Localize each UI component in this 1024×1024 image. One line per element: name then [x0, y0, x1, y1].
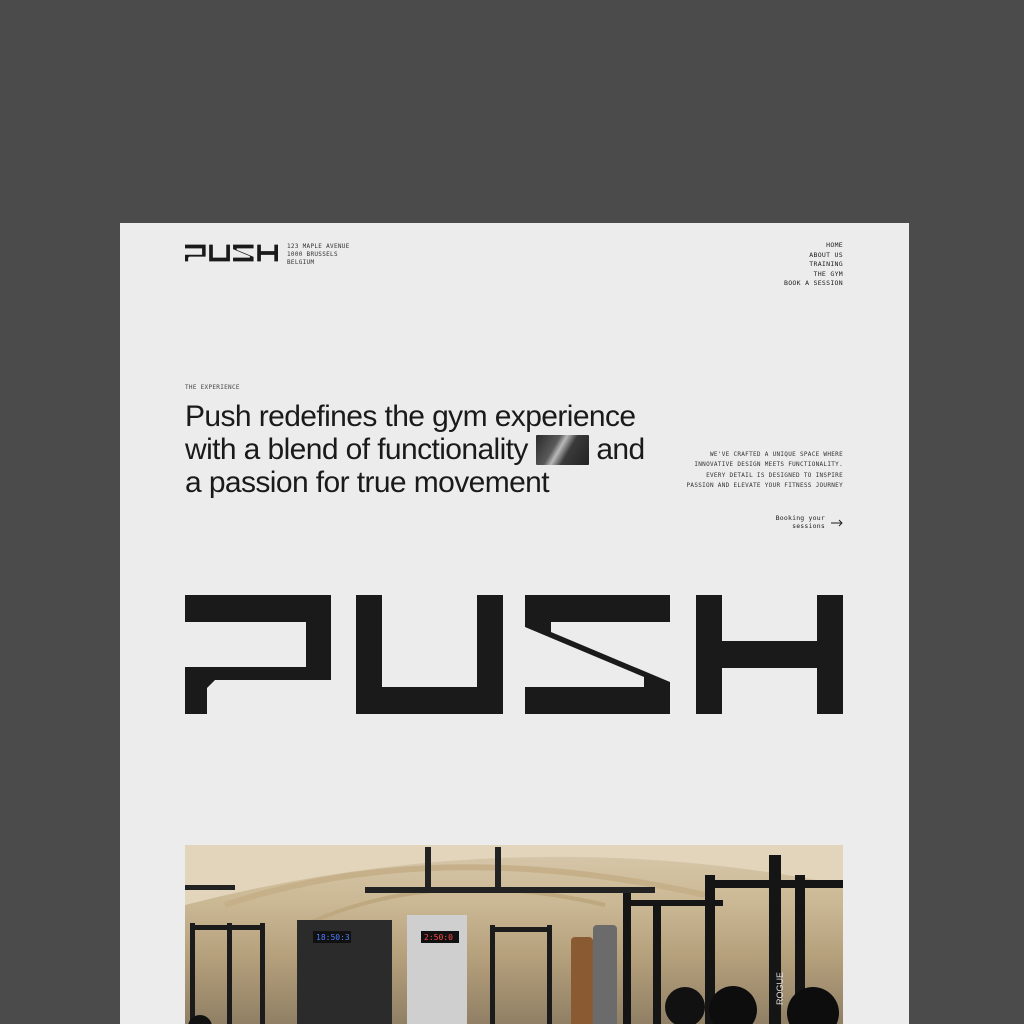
large-brand-wordmark: [185, 595, 843, 714]
address-block: 123 MAPLE AVENUE 1000 BRUSSELS BELGIUM: [287, 243, 350, 267]
section-eyebrow: THE EXPERIENCE: [185, 384, 240, 391]
brand-logo[interactable]: [185, 244, 278, 262]
booking-link[interactable]: Booking your sessions: [769, 514, 843, 530]
arrow-right-icon: [831, 519, 843, 526]
address-line: 1000 BRUSSELS: [287, 251, 338, 258]
address-line: BELGIUM: [287, 259, 315, 266]
rack-brand-label: ROGUE: [775, 972, 785, 1005]
nav-home[interactable]: HOME: [784, 241, 843, 251]
website-page: 123 MAPLE AVENUE 1000 BRUSSELS BELGIUM H…: [120, 223, 909, 1024]
intro-description: WE'VE CRAFTED A UNIQUE SPACE WHERE INNOV…: [686, 451, 843, 490]
nav-book-session[interactable]: BOOK A SESSION: [784, 279, 843, 289]
address-line: 123 MAPLE AVENUE: [287, 243, 350, 250]
nav-training[interactable]: TRAINING: [784, 260, 843, 270]
inline-thumbnail: [535, 435, 589, 465]
main-nav: HOME ABOUT US TRAINING THE GYM BOOK A SE…: [784, 241, 843, 289]
hero-headline: Push redefines the gym experience with a…: [185, 400, 645, 499]
timer-display-right: 2:50:0: [424, 933, 453, 942]
booking-label: Booking your sessions: [775, 514, 825, 530]
nav-the-gym[interactable]: THE GYM: [784, 270, 843, 280]
nav-about-us[interactable]: ABOUT US: [784, 251, 843, 261]
timer-display-left: 18:50:3: [316, 933, 350, 942]
gym-photo: 18:50:3 2:50:0 ROGUE: [185, 845, 843, 1024]
